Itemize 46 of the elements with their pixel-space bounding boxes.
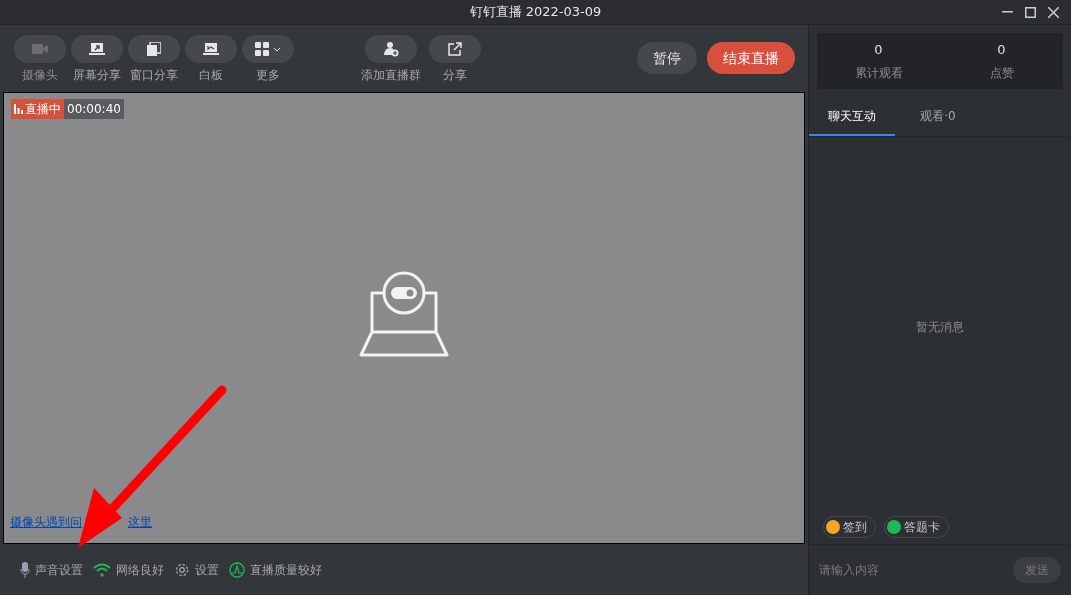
status-item[interactable]: 网络良好 xyxy=(93,560,164,579)
close-icon[interactable] xyxy=(1048,6,1059,18)
toolbar-button[interactable] xyxy=(365,35,417,63)
windows-icon xyxy=(147,42,161,56)
grid-icon xyxy=(255,42,269,56)
add-person-icon xyxy=(383,41,399,57)
live-badge: 直播中 xyxy=(11,99,64,119)
toolbar-button[interactable] xyxy=(242,35,294,63)
tool-label: 窗口分享 xyxy=(130,67,178,84)
tool-label: 更多 xyxy=(256,67,280,84)
chat-input[interactable]: 请输入内容 xyxy=(819,561,1005,579)
end-live-button[interactable]: 结束直播 xyxy=(707,42,795,74)
toolbar-button[interactable] xyxy=(128,35,180,63)
minimize-icon[interactable] xyxy=(1002,11,1013,13)
maximize-icon[interactable] xyxy=(1025,6,1036,18)
settings-icon xyxy=(174,561,190,578)
status-item[interactable]: 声音设置 xyxy=(20,560,83,579)
panel-tab[interactable]: 聊天互动 xyxy=(809,97,895,136)
stat-value: 0 xyxy=(874,40,883,59)
toolbar-button[interactable] xyxy=(429,35,481,63)
toolbar-button[interactable] xyxy=(71,35,123,63)
stat-value: 0 xyxy=(997,40,1006,59)
bars-icon xyxy=(14,104,23,114)
stat-label: 点赞 xyxy=(989,65,1014,83)
whiteboard-icon xyxy=(203,42,219,56)
status-item[interactable]: 直播质量较好 xyxy=(229,560,322,579)
window-title: 钉钉直播 2022-03-09 xyxy=(468,3,603,22)
panel-tab[interactable]: 观看·0 xyxy=(895,97,981,136)
share-icon xyxy=(448,42,462,56)
video-camera-icon xyxy=(32,43,48,55)
toolbar-button[interactable] xyxy=(185,35,237,63)
tool-label: 摄像头 xyxy=(22,67,58,84)
empty-message: 暂无消息 xyxy=(916,318,964,336)
tool-label: 添加直播群 xyxy=(361,67,421,84)
tool-label: 屏幕分享 xyxy=(73,67,121,84)
tool-label: 白板 xyxy=(199,67,223,84)
microphone-icon xyxy=(20,561,30,578)
pause-button[interactable]: 暂停 xyxy=(637,42,697,74)
status-item[interactable]: 设置 xyxy=(174,560,219,579)
elapsed-time: 00:00:40 xyxy=(64,99,124,119)
chevron-down-icon xyxy=(273,46,281,52)
stat-label: 累计观看 xyxy=(854,65,903,83)
tool-label: 分享 xyxy=(443,67,467,84)
monitor-arrow-icon xyxy=(89,42,105,56)
wifi-icon xyxy=(93,562,111,577)
pulse-circle-icon xyxy=(229,561,245,578)
